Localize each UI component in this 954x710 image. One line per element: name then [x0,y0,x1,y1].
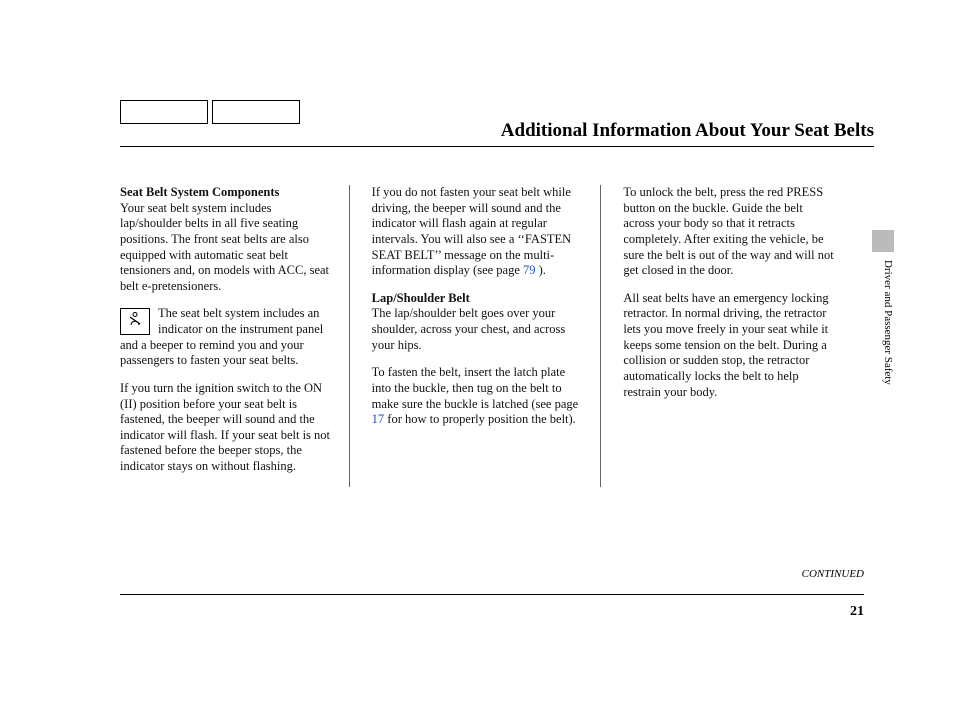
footer-rule [120,594,864,595]
col2-paragraph-1: If you do not fasten your seat belt whil… [372,185,583,279]
section-side-label: Driver and Passenger Safety [882,260,894,385]
col2-p1b: ). [539,263,546,277]
col2-p3b: for how to properly position the belt). [387,412,576,426]
col1-p1-text: Your seat belt system includes lap/shoul… [120,201,329,293]
col2-heading: Lap/Shoulder Belt [372,291,470,305]
column-1: Seat Belt System Components Your seat be… [120,185,350,487]
continued-label: CONTINUED [802,568,864,580]
content-columns: Seat Belt System Components Your seat be… [120,185,834,487]
col1-paragraph-2: The seat belt system includes an indicat… [120,306,331,369]
seatbelt-indicator-icon [120,308,150,335]
col1-heading-1: Seat Belt System Components [120,185,279,199]
side-tab-marker [872,230,894,252]
col3-paragraph-2: All seat belts have an emergency locking… [623,291,834,400]
page-link-79[interactable]: 79 [523,263,536,277]
col2-paragraph-3: To fasten the belt, insert the latch pla… [372,365,583,428]
col3-paragraph-1: To unlock the belt, press the red PRESS … [623,185,834,279]
col2-p2-text: The lap/shoulder belt goes over your sho… [372,306,566,351]
title-row: Additional Information About Your Seat B… [120,120,874,147]
col1-paragraph-1: Seat Belt System Components Your seat be… [120,185,331,294]
col1-paragraph-3: If you turn the ignition switch to the O… [120,381,331,475]
column-3: To unlock the belt, press the red PRESS … [623,185,834,487]
col1-p2-text: The seat belt system includes an indicat… [120,306,323,367]
page-number: 21 [850,604,864,620]
col2-p3a: To fasten the belt, insert the latch pla… [372,365,579,410]
manual-page: Additional Information About Your Seat B… [0,0,954,710]
col2-paragraph-2: Lap/Shoulder Belt The lap/shoulder belt … [372,291,583,354]
column-2: If you do not fasten your seat belt whil… [372,185,602,487]
page-title: Additional Information About Your Seat B… [120,120,874,142]
page-link-17[interactable]: 17 [372,412,385,426]
